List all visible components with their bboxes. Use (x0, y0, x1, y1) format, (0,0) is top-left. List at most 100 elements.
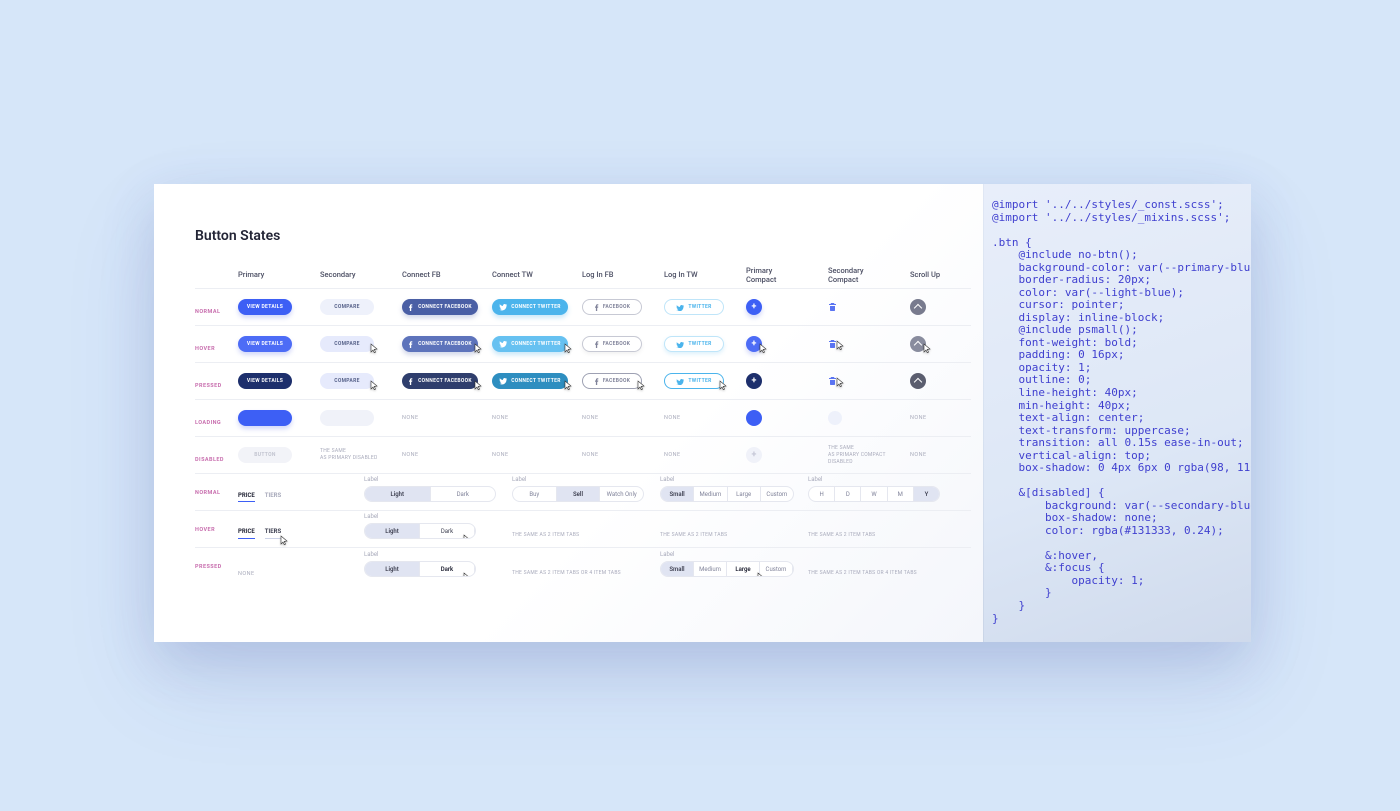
col-connect-tw: Connect TW (492, 270, 533, 279)
primary-compact-button-pressed[interactable]: + (746, 373, 762, 389)
segment-large[interactable]: Large (728, 487, 761, 501)
segment-light[interactable]: Light (365, 524, 420, 538)
segment-label: Label (660, 476, 808, 483)
none-label: NONE (582, 452, 599, 458)
scroll-up-button-hover[interactable] (910, 336, 926, 352)
segment-size: Small Medium Large Custom (660, 486, 794, 502)
segment-medium[interactable]: Medium (694, 487, 727, 501)
tab-tiers-hover[interactable]: TIERS (265, 528, 281, 539)
segment-dark[interactable]: Dark (431, 487, 496, 501)
segment-light[interactable]: Light (365, 487, 431, 501)
chevron-up-icon (914, 304, 922, 312)
segment-dark-hover[interactable]: Dark (420, 524, 475, 538)
none-label: NONE (402, 415, 419, 421)
tabs-row-hover: HOVER PRICE TIERS Label Light Dark (195, 511, 971, 548)
segment-size-pressed: Small Medium Large Custom (660, 561, 794, 577)
secondary-compact-trash-button-pressed[interactable] (828, 376, 837, 386)
segment-y[interactable]: Y (914, 487, 939, 501)
same-note: THE SAME AS 2 ITEM TABS (808, 532, 956, 539)
state-label-normal: NORMAL (195, 309, 220, 315)
twitter-icon (676, 378, 684, 385)
secondary-compact-trash-button-hover[interactable] (828, 339, 837, 349)
facebook-icon (594, 377, 599, 385)
tabs-row-normal: NORMAL PRICE TIERS Label Light Dark Labe… (195, 474, 971, 511)
col-secondary-compact: Secondary Compact (828, 266, 864, 284)
segment-d[interactable]: D (835, 487, 861, 501)
page-title: Button States (195, 228, 280, 244)
tab-price[interactable]: PRICE (238, 492, 255, 502)
connect-twitter-label: CONNECT TWITTER (511, 304, 561, 310)
segment-label: Label (512, 476, 660, 483)
login-twitter-button-hover[interactable]: TWITTER (664, 336, 724, 352)
primary-compact-button[interactable]: + (746, 299, 762, 315)
none-label: NONE (910, 415, 927, 421)
state-label-disabled: DISABLED (195, 457, 224, 463)
facebook-icon (408, 340, 414, 349)
segment-dark-pressed[interactable]: Dark (420, 562, 475, 576)
segment-small[interactable]: Small (661, 562, 694, 576)
primary-compact-button-hover[interactable]: + (746, 336, 762, 352)
disabled-note: THE SAME AS PRIMARY COMPACT DISABLED (828, 445, 886, 466)
segment-custom[interactable]: Custom (761, 487, 793, 501)
segment-sell[interactable]: Sell (557, 487, 601, 501)
col-login-tw: Log In TW (664, 270, 698, 279)
secondary-button-pressed[interactable]: COMPARE (320, 373, 374, 389)
segment-watch-only[interactable]: Watch Only (600, 487, 643, 501)
row-hover: HOVER VIEW DETAILS COMPARE CONNECT FACEB… (195, 326, 971, 363)
segment-w[interactable]: W (861, 487, 887, 501)
tab-tiers[interactable]: TIERS (265, 492, 281, 502)
tab-price[interactable]: PRICE (238, 528, 255, 539)
plus-icon: + (752, 377, 757, 386)
connect-twitter-button[interactable]: CONNECT TWITTER (492, 299, 568, 315)
facebook-icon (594, 340, 599, 348)
secondary-compact-trash-button[interactable] (828, 302, 837, 312)
login-facebook-button-hover[interactable]: FACEBOOK (582, 336, 642, 352)
segment-h[interactable]: H (809, 487, 835, 501)
price-tabs-hover: PRICE TIERS (238, 528, 364, 539)
col-primary-compact: Primary Compact (746, 266, 776, 284)
tabs-row-pressed: PRESSED NONE Label Light Dark THE SAME A… (195, 548, 971, 585)
segment-large-pressed[interactable]: Large (727, 562, 760, 576)
scss-code: @import '../../styles/_const.scss'; @imp… (992, 199, 1241, 625)
login-twitter-button-pressed[interactable]: TWITTER (664, 373, 724, 389)
segment-buy[interactable]: Buy (513, 487, 557, 501)
login-facebook-button-pressed[interactable]: FACEBOOK (582, 373, 642, 389)
secondary-button[interactable]: COMPARE (320, 299, 374, 315)
segment-light-dark-pressed: Light Dark (364, 561, 476, 577)
login-facebook-button[interactable]: FACEBOOK (582, 299, 642, 315)
col-scroll-up: Scroll Up (910, 270, 940, 279)
connect-facebook-button-pressed[interactable]: CONNECT FACEBOOK (402, 373, 478, 389)
none-label: NONE (664, 415, 681, 421)
secondary-button-hover[interactable]: COMPARE (320, 336, 374, 352)
login-twitter-label: TWITTER (688, 304, 711, 310)
none-label: NONE (492, 415, 509, 421)
segment-light[interactable]: Light (365, 562, 420, 576)
col-connect-fb: Connect FB (402, 270, 441, 279)
segment-timerange: H D W M Y (808, 486, 940, 502)
segment-custom[interactable]: Custom (760, 562, 793, 576)
primary-button[interactable]: VIEW DETAILS (238, 299, 292, 315)
primary-button-hover[interactable]: VIEW DETAILS (238, 336, 292, 352)
button-states-panel: Button States Primary Secondary Connect … (154, 184, 983, 642)
scroll-up-button-pressed[interactable] (910, 373, 926, 389)
state-label-pressed: PRESSED (195, 564, 222, 570)
segment-m[interactable]: M (888, 487, 914, 501)
connect-twitter-button-pressed[interactable]: CONNECT TWITTER (492, 373, 568, 389)
none-label: NONE (582, 415, 599, 421)
none-label: NONE (910, 452, 927, 458)
connect-facebook-button[interactable]: CONNECT FACEBOOK (402, 299, 478, 315)
segment-medium[interactable]: Medium (694, 562, 727, 576)
row-loading: LOADING NONE NONE NONE NONE NONE (195, 400, 971, 437)
login-twitter-button[interactable]: TWITTER (664, 299, 724, 315)
connect-twitter-button-hover[interactable]: CONNECT TWITTER (492, 336, 568, 352)
segment-label: Label (660, 551, 808, 558)
plus-icon: + (752, 451, 757, 460)
primary-button-pressed[interactable]: VIEW DETAILS (238, 373, 292, 389)
scroll-up-button[interactable] (910, 299, 926, 315)
segment-small[interactable]: Small (661, 487, 694, 501)
segment-buy-sell: Buy Sell Watch Only (512, 486, 644, 502)
connect-facebook-button-hover[interactable]: CONNECT FACEBOOK (402, 336, 478, 352)
design-spec-window: Button States Primary Secondary Connect … (154, 184, 1251, 642)
twitter-icon (676, 341, 684, 348)
same-note: THE SAME AS 2 ITEM TABS (660, 532, 808, 539)
